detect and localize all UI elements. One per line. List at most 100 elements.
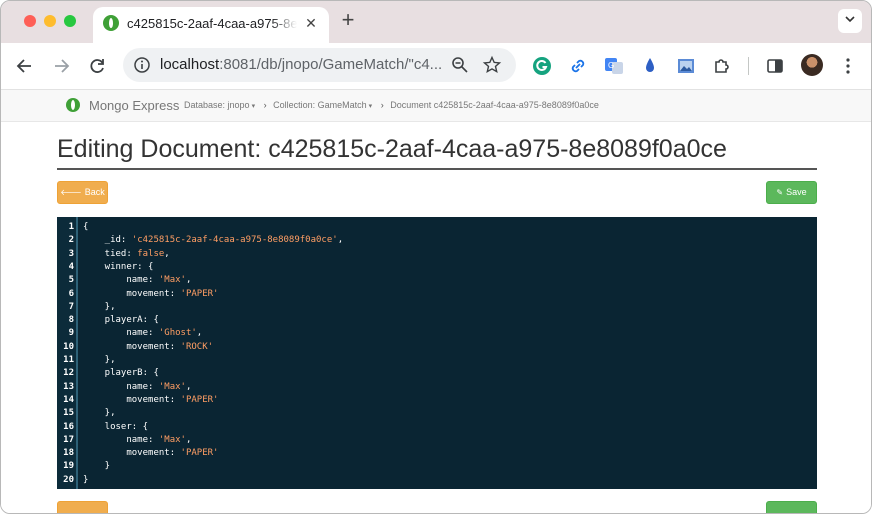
maximize-window-button[interactable]	[64, 15, 76, 27]
plus-icon[interactable]: +	[338, 9, 358, 31]
code-token: playerA: {	[83, 315, 159, 326]
line-number: 11	[63, 355, 74, 365]
side-panel-icon[interactable]	[764, 55, 786, 77]
reload-icon[interactable]	[86, 55, 108, 77]
line-number: 18	[63, 448, 74, 459]
breadcrumb-database[interactable]: Database: jnopo ▾	[184, 100, 255, 110]
address-bar[interactable]: localhost:8081/db/jnopo/GameMatch/"c4...	[123, 48, 516, 82]
line-number: 6	[68, 288, 74, 299]
code-text: movement: 'PAPER'	[83, 288, 218, 301]
breadcrumb-collection[interactable]: Collection: GameMatch ▾	[273, 100, 372, 110]
image-icon[interactable]	[675, 55, 697, 77]
back-button[interactable]: 🡐 Back	[57, 181, 108, 204]
browser-tab[interactable]: c425815c-2aaf-4caa-a975-8e8089f0a0ce ✕	[93, 7, 329, 43]
arrow-left-icon: 🡐	[60, 188, 82, 197]
code-text: playerA: {	[83, 314, 159, 327]
brand-link[interactable]: Mongo Express	[89, 98, 179, 113]
code-text: movement: 'ROCK'	[83, 341, 213, 354]
code-token: ,	[185, 434, 192, 445]
code-text: movement: 'PAPER'	[83, 394, 218, 407]
extensions-puzzle-icon[interactable]	[711, 55, 733, 77]
tab-search-button[interactable]	[838, 9, 862, 33]
code-text: }	[83, 460, 110, 473]
back-button-bottom[interactable]	[57, 501, 108, 513]
code-token: name:	[83, 328, 159, 339]
code-text: name: 'Max',	[83, 274, 191, 287]
line-number: 3	[68, 248, 74, 259]
line-number: 4	[68, 261, 74, 272]
breadcrumb-collection-label: Collection: GameMatch	[273, 100, 367, 110]
line-number: 12	[63, 368, 74, 379]
grammarly-icon[interactable]	[531, 55, 553, 77]
line-number: 17	[63, 434, 74, 445]
minimize-window-button[interactable]	[44, 15, 56, 27]
code-token: ,	[196, 328, 203, 339]
arrow-left-icon[interactable]	[14, 55, 36, 77]
code-token: },	[83, 408, 116, 419]
code-text: name: 'Max',	[83, 381, 191, 394]
code-token: movement:	[83, 341, 181, 352]
code-text: loser: {	[83, 421, 148, 434]
code-token: winner: {	[83, 261, 154, 272]
app-navbar: Mongo Express Database: jnopo ▾ › Collect…	[1, 89, 871, 122]
svg-text:G: G	[608, 61, 614, 70]
url-path: :8081/db/jnopo/GameMatch/"c4...	[219, 56, 443, 73]
close-icon[interactable]: ✕	[303, 15, 319, 31]
code-text: },	[83, 301, 116, 314]
string-token: 'ROCK'	[180, 341, 214, 352]
string-token: 'c425815c-2aaf-4caa-a975-8e8089f0a0ce'	[131, 235, 338, 246]
breadcrumb-document: Document c425815c-2aaf-4caa-a975-8e8089f…	[390, 100, 599, 110]
url-text[interactable]: localhost:8081/db/jnopo/GameMatch/"c4...	[160, 56, 450, 73]
code-text: }	[83, 474, 88, 487]
browser-window: c425815c-2aaf-4caa-a975-8e8089f0a0ce ✕ +…	[0, 0, 872, 514]
code-token: name:	[83, 434, 159, 445]
avatar[interactable]	[801, 54, 823, 76]
tab-strip: c425815c-2aaf-4caa-a975-8e8089f0a0ce ✕ +	[1, 1, 871, 43]
mongodb-leaf-icon	[103, 15, 119, 31]
close-window-button[interactable]	[24, 15, 36, 27]
save-button-bottom[interactable]	[766, 501, 817, 513]
page-title: Editing Document: c425815c-2aaf-4caa-a97…	[57, 135, 727, 163]
line-number: 13	[63, 381, 74, 392]
code-editor[interactable]: 1 {2 _id: 'c425815c-2aaf-4caa-a975-8e8089…	[57, 217, 817, 489]
save-button-label: Save	[786, 187, 807, 197]
breadcrumb: Database: jnopo ▾ › Collection: GameMatch…	[184, 100, 605, 110]
chevron-right-icon: ›	[380, 100, 384, 110]
tab-title: c425815c-2aaf-4caa-a975-8e8089f0a0ce	[127, 16, 297, 31]
code-token: _id:	[83, 235, 132, 246]
code-token: name:	[83, 381, 159, 392]
translate-icon[interactable]: G	[603, 55, 625, 77]
back-button-label: Back	[84, 187, 105, 197]
code-token: name:	[83, 275, 159, 286]
mongodb-leaf-icon	[66, 98, 80, 112]
code-token: ,	[185, 381, 192, 392]
info-icon[interactable]	[131, 54, 153, 76]
string-token: 'Ghost'	[158, 328, 197, 339]
star-icon[interactable]	[482, 55, 502, 75]
line-number: 2	[68, 235, 74, 246]
code-token: },	[83, 301, 116, 312]
chevron-right-icon: ›	[263, 100, 267, 110]
code-text: {	[83, 221, 88, 234]
line-number: 16	[63, 421, 74, 432]
browser-toolbar: localhost:8081/db/jnopo/GameMatch/"c4...…	[1, 43, 871, 89]
code-token: tied:	[83, 248, 138, 259]
code-text: playerB: {	[83, 367, 159, 380]
save-button[interactable]: ✎ Save	[766, 181, 817, 204]
arrow-right-icon[interactable]	[50, 55, 72, 77]
line-number: 20	[63, 474, 74, 485]
line-number: 9	[68, 328, 74, 339]
string-token: 'Max'	[158, 381, 186, 392]
droplet-icon[interactable]	[639, 55, 661, 77]
link-icon[interactable]	[567, 55, 589, 77]
string-token: 'Max'	[158, 434, 186, 445]
line-number: 14	[63, 394, 74, 405]
line-number: 19	[63, 461, 74, 472]
line-number: 15	[63, 408, 74, 419]
code-token: movement:	[83, 288, 181, 299]
code-text: },	[83, 407, 116, 420]
url-host: localhost	[160, 56, 220, 73]
more-vert-icon[interactable]	[837, 55, 859, 77]
boolean-token: false	[137, 248, 165, 259]
zoom-out-icon[interactable]	[450, 55, 470, 75]
